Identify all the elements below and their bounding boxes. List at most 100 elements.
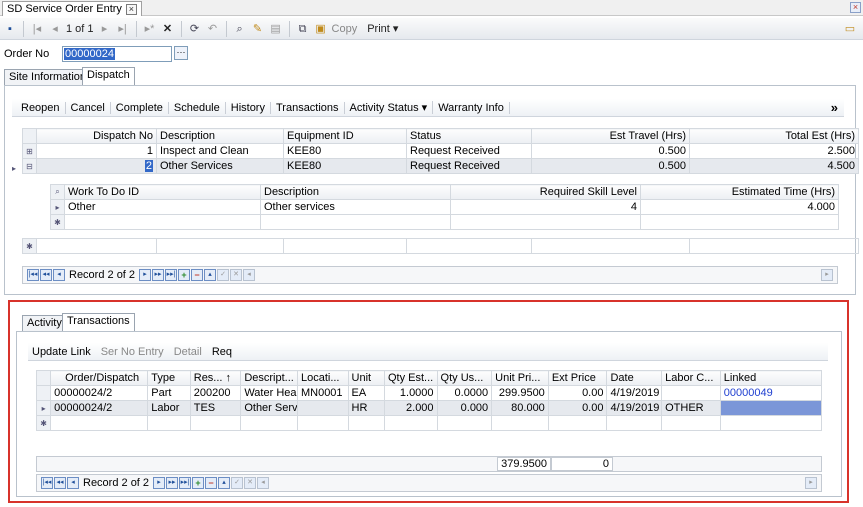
warranty-info-button[interactable]: Warranty Info	[433, 101, 510, 114]
table-row[interactable]: 00000024/2 Part 200200 Water Hea... MN00…	[35, 385, 823, 401]
table-cell[interactable]: 4	[450, 199, 641, 215]
table-cell[interactable]: 4/19/2019	[606, 385, 663, 401]
next-record-icon[interactable]: ▸	[153, 477, 166, 489]
table-cell[interactable]	[156, 238, 284, 254]
previous-record-icon[interactable]: ◂	[48, 22, 62, 36]
new-row-icon[interactable]: ✱	[50, 214, 65, 230]
table-cell[interactable]: 0.0000	[436, 385, 493, 401]
cancel-edit-icon[interactable]: ✕	[244, 477, 257, 489]
document-tab[interactable]: SD Service Order Entry ×	[2, 1, 142, 16]
previous-page-icon[interactable]: ◂◂	[54, 477, 66, 489]
table-cell[interactable]	[450, 214, 641, 230]
scroll-right-icon[interactable]: ▸	[821, 269, 833, 281]
more-commands-icon[interactable]: »	[831, 100, 838, 115]
table-row[interactable]: ▸ Other Other services 4 4.000	[50, 199, 839, 215]
edit-icon[interactable]: ▴	[218, 477, 231, 489]
table-cell[interactable]	[296, 400, 349, 416]
table-cell[interactable]	[36, 238, 157, 254]
add-icon[interactable]: +	[192, 477, 205, 489]
remove-icon[interactable]: −	[191, 269, 204, 281]
tab-transactions[interactable]: Transactions	[62, 313, 135, 331]
table-cell[interactable]: 0.500	[531, 158, 690, 174]
column-header[interactable]: Res... ↑	[189, 370, 242, 386]
table-cell[interactable]	[296, 415, 349, 431]
history-button[interactable]: History	[226, 101, 271, 114]
table-cell[interactable]	[347, 415, 385, 431]
table-cell[interactable]	[147, 415, 191, 431]
order-no-field[interactable]: 00000024	[62, 46, 172, 62]
table-cell[interactable]: KEE80	[283, 143, 407, 159]
remove-icon[interactable]: −	[205, 477, 218, 489]
req-button[interactable]: Req	[207, 346, 237, 358]
column-header[interactable]: Linked	[719, 370, 823, 386]
table-cell[interactable]: 4.500	[689, 158, 859, 174]
table-cell[interactable]	[436, 415, 493, 431]
column-header[interactable]: Work To Do ID	[64, 184, 261, 200]
reopen-button[interactable]: Reopen	[16, 101, 66, 114]
table-cell[interactable]: 2	[36, 158, 157, 174]
collapse-icon[interactable]: ⊟	[22, 158, 37, 174]
order-lookup-button[interactable]: ···	[174, 46, 188, 60]
previous-record-icon[interactable]: ◂	[53, 269, 65, 281]
copy-icon[interactable]: ⧉	[296, 22, 310, 36]
first-record-icon[interactable]: |◂◂	[27, 269, 39, 281]
copy-button[interactable]: Copy	[332, 23, 358, 35]
column-header[interactable]: Status	[406, 128, 532, 144]
table-cell[interactable]: 00000024/2	[50, 385, 149, 401]
linked-order-link[interactable]: 00000049	[719, 385, 823, 401]
linked-cell[interactable]	[719, 400, 823, 416]
table-cell[interactable]	[640, 214, 839, 230]
column-header[interactable]: Required Skill Level	[450, 184, 641, 200]
table-cell[interactable]	[283, 238, 407, 254]
complete-button[interactable]: Complete	[111, 101, 169, 114]
table-cell[interactable]	[661, 385, 721, 401]
edit-icon[interactable]: ▴	[204, 269, 217, 281]
table-cell[interactable]: 80.000	[491, 400, 549, 416]
table-cell[interactable]	[383, 415, 438, 431]
column-header[interactable]: Total Est (Hrs)	[689, 128, 859, 144]
column-header[interactable]: Estimated Time (Hrs)	[640, 184, 839, 200]
first-record-icon[interactable]: |◂	[30, 22, 44, 36]
next-page-icon[interactable]: ▸▸	[152, 269, 165, 281]
table-cell[interactable]: Water Hea...	[240, 385, 298, 401]
notes-icon[interactable]: ▤	[269, 22, 283, 36]
table-cell[interactable]: Other	[64, 199, 261, 215]
table-cell[interactable]: Inspect and Clean	[156, 143, 284, 159]
table-cell[interactable]: 0.000	[436, 400, 493, 416]
close-tab-icon[interactable]: ×	[125, 3, 137, 15]
column-header[interactable]: Est Travel (Hrs)	[531, 128, 690, 144]
dispatch-new-row[interactable]: ✱	[22, 238, 859, 254]
column-header[interactable]: Description	[260, 184, 451, 200]
paste-icon[interactable]: ▣	[314, 22, 328, 36]
table-cell[interactable]	[491, 415, 549, 431]
column-header[interactable]: Locati...	[296, 370, 349, 386]
scroll-right-icon[interactable]: ▸	[805, 477, 817, 489]
column-header[interactable]: Type	[147, 370, 191, 386]
table-cell[interactable]	[547, 415, 608, 431]
table-cell[interactable]: Request Received	[406, 143, 532, 159]
next-record-icon[interactable]: ▸	[98, 22, 112, 36]
table-cell[interactable]: Other Services	[156, 158, 284, 174]
table-cell[interactable]: MN0001	[296, 385, 349, 401]
detail-button[interactable]: Detail	[169, 346, 207, 358]
add-icon[interactable]: +	[178, 269, 191, 281]
find-icon[interactable]: ⌕	[233, 22, 247, 36]
column-header[interactable]: Descript...	[240, 370, 298, 386]
edit-icon[interactable]: ✎	[251, 22, 265, 36]
table-row[interactable]: ▸ 00000024/2 Labor TES Other Servi... HR…	[35, 400, 823, 416]
new-row[interactable]: ✱	[50, 214, 839, 230]
table-row[interactable]: ⊟ 2 Other Services KEE80 Request Receive…	[22, 158, 859, 174]
table-cell[interactable]: HR	[347, 400, 385, 416]
table-cell[interactable]: 4.000	[640, 199, 839, 215]
table-cell[interactable]: KEE80	[283, 158, 407, 174]
column-header[interactable]: Unit	[347, 370, 385, 386]
schedule-button[interactable]: Schedule	[169, 101, 226, 114]
table-cell[interactable]: TES	[189, 400, 242, 416]
table-cell[interactable]: 1	[36, 143, 157, 159]
delete-icon[interactable]: ✕	[161, 22, 175, 36]
table-cell[interactable]: 2.000	[383, 400, 438, 416]
table-row[interactable]: ⊞ 1 Inspect and Clean KEE80 Request Rece…	[22, 143, 859, 159]
last-record-icon[interactable]: ▸▸|	[165, 269, 178, 281]
table-cell[interactable]: Request Received	[406, 158, 532, 174]
table-cell[interactable]: 4/19/2019	[606, 400, 663, 416]
